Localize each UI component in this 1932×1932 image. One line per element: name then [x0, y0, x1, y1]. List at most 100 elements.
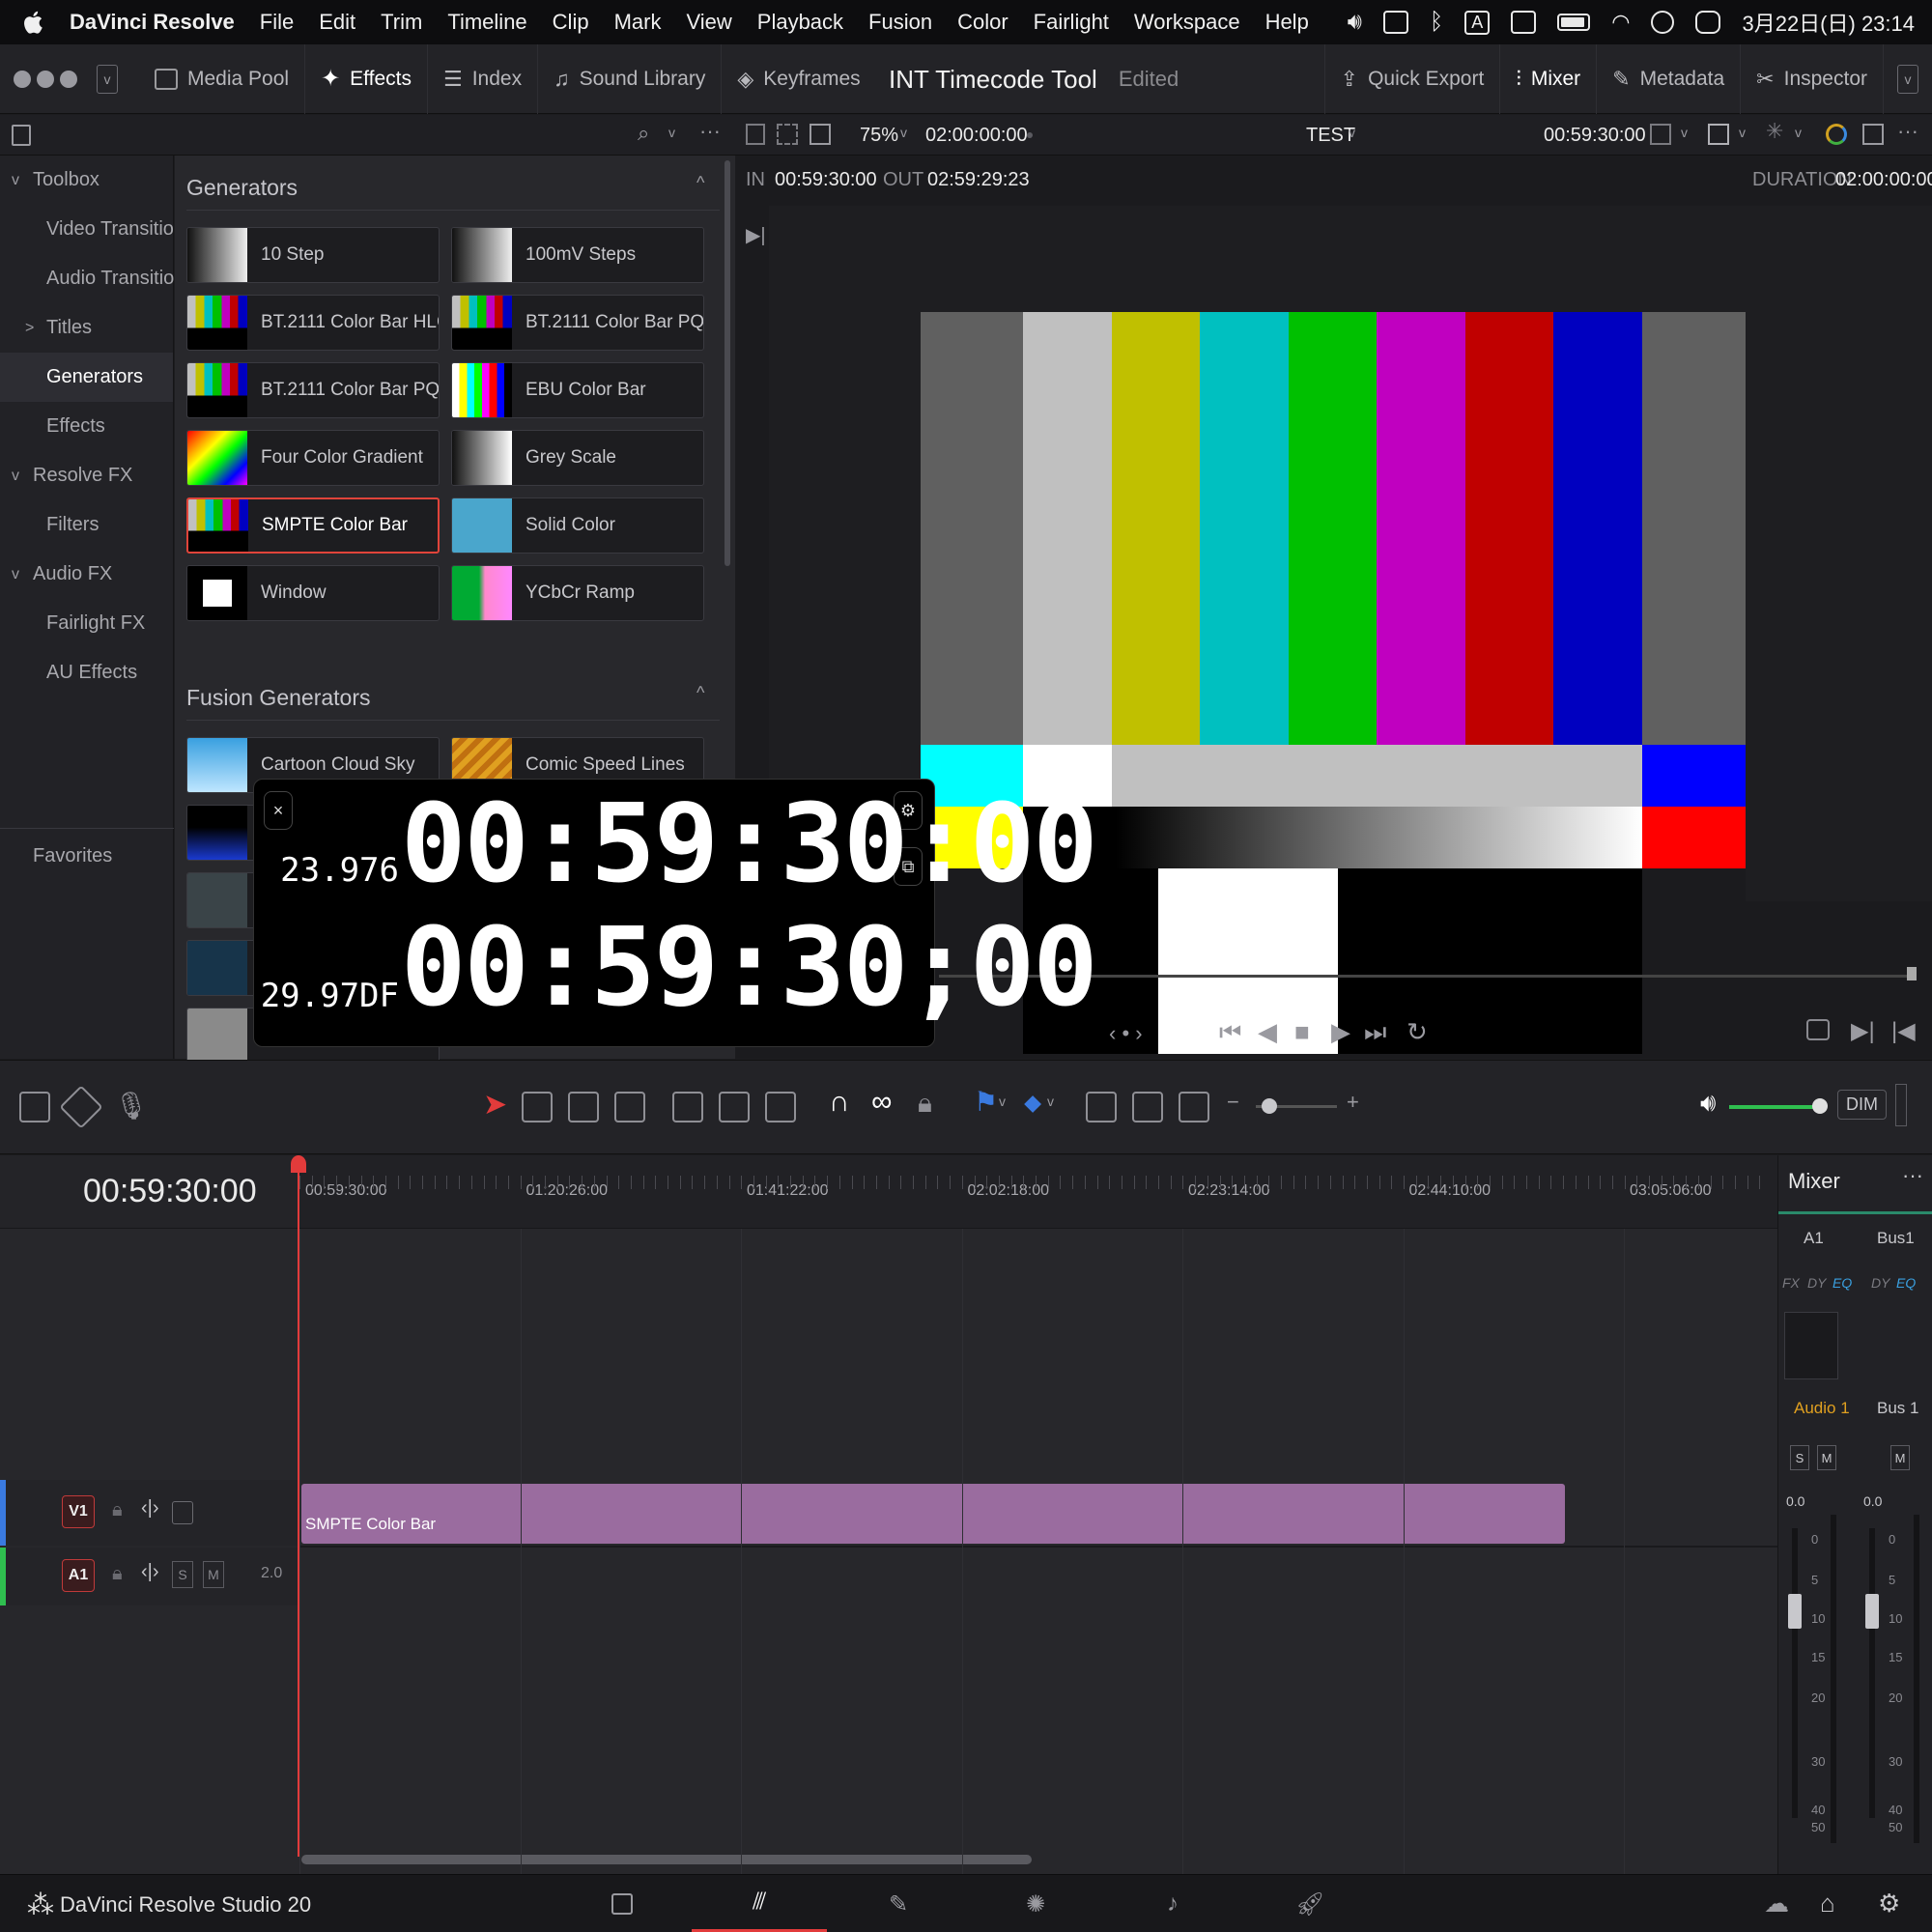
flag-icon[interactable]: ⚑	[974, 1086, 998, 1118]
jog-wheel-icon[interactable]: ‹ • ›	[1109, 1021, 1143, 1046]
generator-bt2111-pq-full[interactable]: BT.2111 Color Bar PQ Full	[451, 295, 704, 351]
effects-button[interactable]: ✦ Effects	[305, 43, 428, 114]
loop-icon[interactable]: ↻	[1406, 1017, 1428, 1047]
zoom-full-icon[interactable]	[1086, 1092, 1117, 1122]
marker-icon[interactable]: ⬥	[1024, 1088, 1041, 1119]
generator-bt2111-pq-narrow[interactable]: BT.2111 Color Bar PQ N...	[186, 362, 440, 418]
bus-mute-button[interactable]: M	[1890, 1445, 1910, 1470]
zoom-dropdown-icon[interactable]: v	[900, 125, 907, 140]
index-button[interactable]: ☰ Index	[428, 43, 539, 114]
sidebar-item-video-transitions[interactable]: Video Transitions	[0, 205, 194, 254]
fusion-generators-header[interactable]: Fusion Generators	[186, 685, 370, 711]
source-timecode[interactable]: 02:00:00:00	[925, 115, 1028, 156]
eq-button[interactable]: EQ	[1896, 1275, 1916, 1291]
duration-timecode[interactable]: 02:00:00:00	[1835, 169, 1932, 191]
go-to-in-icon[interactable]: ▶|	[746, 223, 766, 247]
match-frame-icon[interactable]	[1806, 1019, 1830, 1040]
cloud-icon[interactable]: ☁︎	[1764, 1889, 1789, 1918]
sound-library-button[interactable]: ♫ Sound Library	[538, 43, 723, 114]
sidebar-item-fairlight-fx[interactable]: Fairlight FX	[0, 599, 173, 648]
transform-icon[interactable]: ✳	[1766, 119, 1783, 144]
generator-grey-scale[interactable]: Grey Scale	[451, 430, 704, 486]
input-source-icon[interactable]: A	[1464, 10, 1491, 35]
dynamics-button[interactable]: DY	[1807, 1275, 1826, 1291]
menu-view[interactable]: View	[686, 10, 731, 35]
menu-clip[interactable]: Clip	[553, 10, 589, 35]
auto-select-icon[interactable]: ‹|›	[141, 1497, 159, 1520]
page-tab-color[interactable]: ✺	[968, 1875, 1103, 1932]
media-pool-button[interactable]: Media Pool	[139, 43, 306, 114]
sidebar-item-favorites[interactable]: Favorites	[0, 832, 112, 881]
safe-area-icon[interactable]	[777, 124, 798, 145]
keyframes-button[interactable]: ◈ Keyframes	[722, 44, 875, 114]
marker-dropdown-icon[interactable]: v	[1047, 1094, 1054, 1109]
menu-edit[interactable]: Edit	[319, 10, 355, 35]
scrubber-end-marker-icon[interactable]	[1907, 967, 1917, 980]
speaker-icon[interactable]: 🔊︎	[1700, 1088, 1716, 1119]
viewer-layout-icon[interactable]	[810, 124, 831, 145]
fader-knob-bus1[interactable]	[1865, 1594, 1879, 1629]
go-to-start-icon[interactable]: ⏮	[1219, 1017, 1241, 1048]
toolbar-collapse-icon[interactable]: v	[1897, 65, 1918, 94]
timeline-horizontal-scrollbar[interactable]	[301, 1855, 1032, 1864]
menu-trim[interactable]: Trim	[381, 10, 422, 35]
timeline-view-options-icon[interactable]	[19, 1092, 50, 1122]
blade-tool-icon[interactable]	[614, 1092, 645, 1122]
generators-header[interactable]: Generators	[186, 175, 298, 201]
color-wheel-icon[interactable]	[1826, 124, 1847, 145]
menubar-clock[interactable]: 3月22日(日) 23:14	[1742, 7, 1915, 38]
clip-viewer-icon[interactable]	[1650, 124, 1671, 145]
monitor-volume-slider[interactable]	[1729, 1105, 1818, 1109]
page-tab-fusion[interactable]: ✎	[831, 1875, 966, 1932]
sidebar-item-titles[interactable]: > Titles	[0, 303, 173, 353]
menu-mark[interactable]: Mark	[614, 10, 662, 35]
hq-playback-icon[interactable]	[1708, 124, 1729, 145]
go-to-end-icon[interactable]: ⏭	[1364, 1017, 1386, 1048]
generator-ebu-color-bar[interactable]: EBU Color Bar	[451, 362, 704, 418]
track-solo-button[interactable]: S	[172, 1561, 193, 1588]
sidebar-item-au-effects[interactable]: AU Effects	[0, 648, 173, 697]
volume-slider-knob[interactable]	[1812, 1098, 1828, 1114]
zoom-detail-icon[interactable]	[1132, 1092, 1163, 1122]
auto-select-icon[interactable]: ‹|›	[141, 1561, 159, 1583]
search-icon[interactable]: ⌕	[638, 121, 649, 146]
sidebar-item-audio-fx[interactable]: v Audio FX	[0, 550, 173, 599]
last-frame-icon[interactable]: |◀	[1891, 1017, 1916, 1045]
split-view-icon[interactable]	[1862, 124, 1884, 145]
layout-presets-icon[interactable]	[59, 1085, 103, 1129]
track-disable-icon[interactable]	[172, 1501, 193, 1524]
sidebar-item-resolve-fx[interactable]: v Resolve FX	[0, 451, 173, 500]
sidebar-item-toolbox[interactable]: v Toolbox	[0, 156, 173, 205]
playhead-handle[interactable]	[291, 1155, 306, 1173]
generator-100mv-steps[interactable]: 100mV Steps	[451, 227, 704, 283]
page-tab-media[interactable]	[554, 1875, 690, 1932]
page-tab-deliver[interactable]: 🚀︎	[1242, 1875, 1378, 1932]
home-icon[interactable]: ⌂	[1820, 1889, 1835, 1918]
menu-timeline[interactable]: Timeline	[447, 10, 526, 35]
play-icon[interactable]: ▶	[1331, 1017, 1350, 1047]
workspace-dropdown-icon[interactable]: v	[97, 64, 118, 94]
battery-icon[interactable]	[1557, 14, 1591, 31]
dynamics-button[interactable]: DY	[1871, 1275, 1889, 1291]
clip-viewer-dropdown-icon[interactable]: v	[1681, 125, 1688, 140]
timeline-clip-smpte-color-bar[interactable]: SMPTE Color Bar	[301, 1484, 1565, 1544]
hq-dropdown-icon[interactable]: v	[1739, 125, 1746, 140]
sidebar-item-filters[interactable]: Filters	[0, 500, 173, 550]
dynamic-trim-icon[interactable]	[568, 1092, 599, 1122]
track-lock-icon[interactable]: 🔒︎	[112, 1563, 123, 1585]
generator-bt2111-hlg[interactable]: BT.2111 Color Bar HLG ...	[186, 295, 440, 351]
eq-graph[interactable]	[1784, 1312, 1838, 1379]
stop-icon[interactable]: ■	[1294, 1017, 1310, 1047]
mixer-mute-button[interactable]: M	[1817, 1445, 1836, 1470]
menu-help[interactable]: Help	[1265, 10, 1309, 35]
fader-knob-a1[interactable]	[1788, 1594, 1802, 1629]
dim-button[interactable]: DIM	[1837, 1090, 1887, 1120]
trim-tool-icon[interactable]	[522, 1092, 553, 1122]
bluetooth-icon[interactable]: ᛒ	[1430, 9, 1443, 36]
timeline-dropdown-icon[interactable]: v	[1349, 125, 1355, 140]
collapse-fusion-icon[interactable]: ^	[696, 683, 704, 703]
volume-icon[interactable]: 🔊︎	[1348, 9, 1362, 36]
track-v1-target[interactable]: V1	[62, 1495, 95, 1528]
zoom-in-icon[interactable]: +	[1347, 1090, 1359, 1115]
page-tab-fairlight[interactable]: ♪	[1105, 1875, 1240, 1932]
